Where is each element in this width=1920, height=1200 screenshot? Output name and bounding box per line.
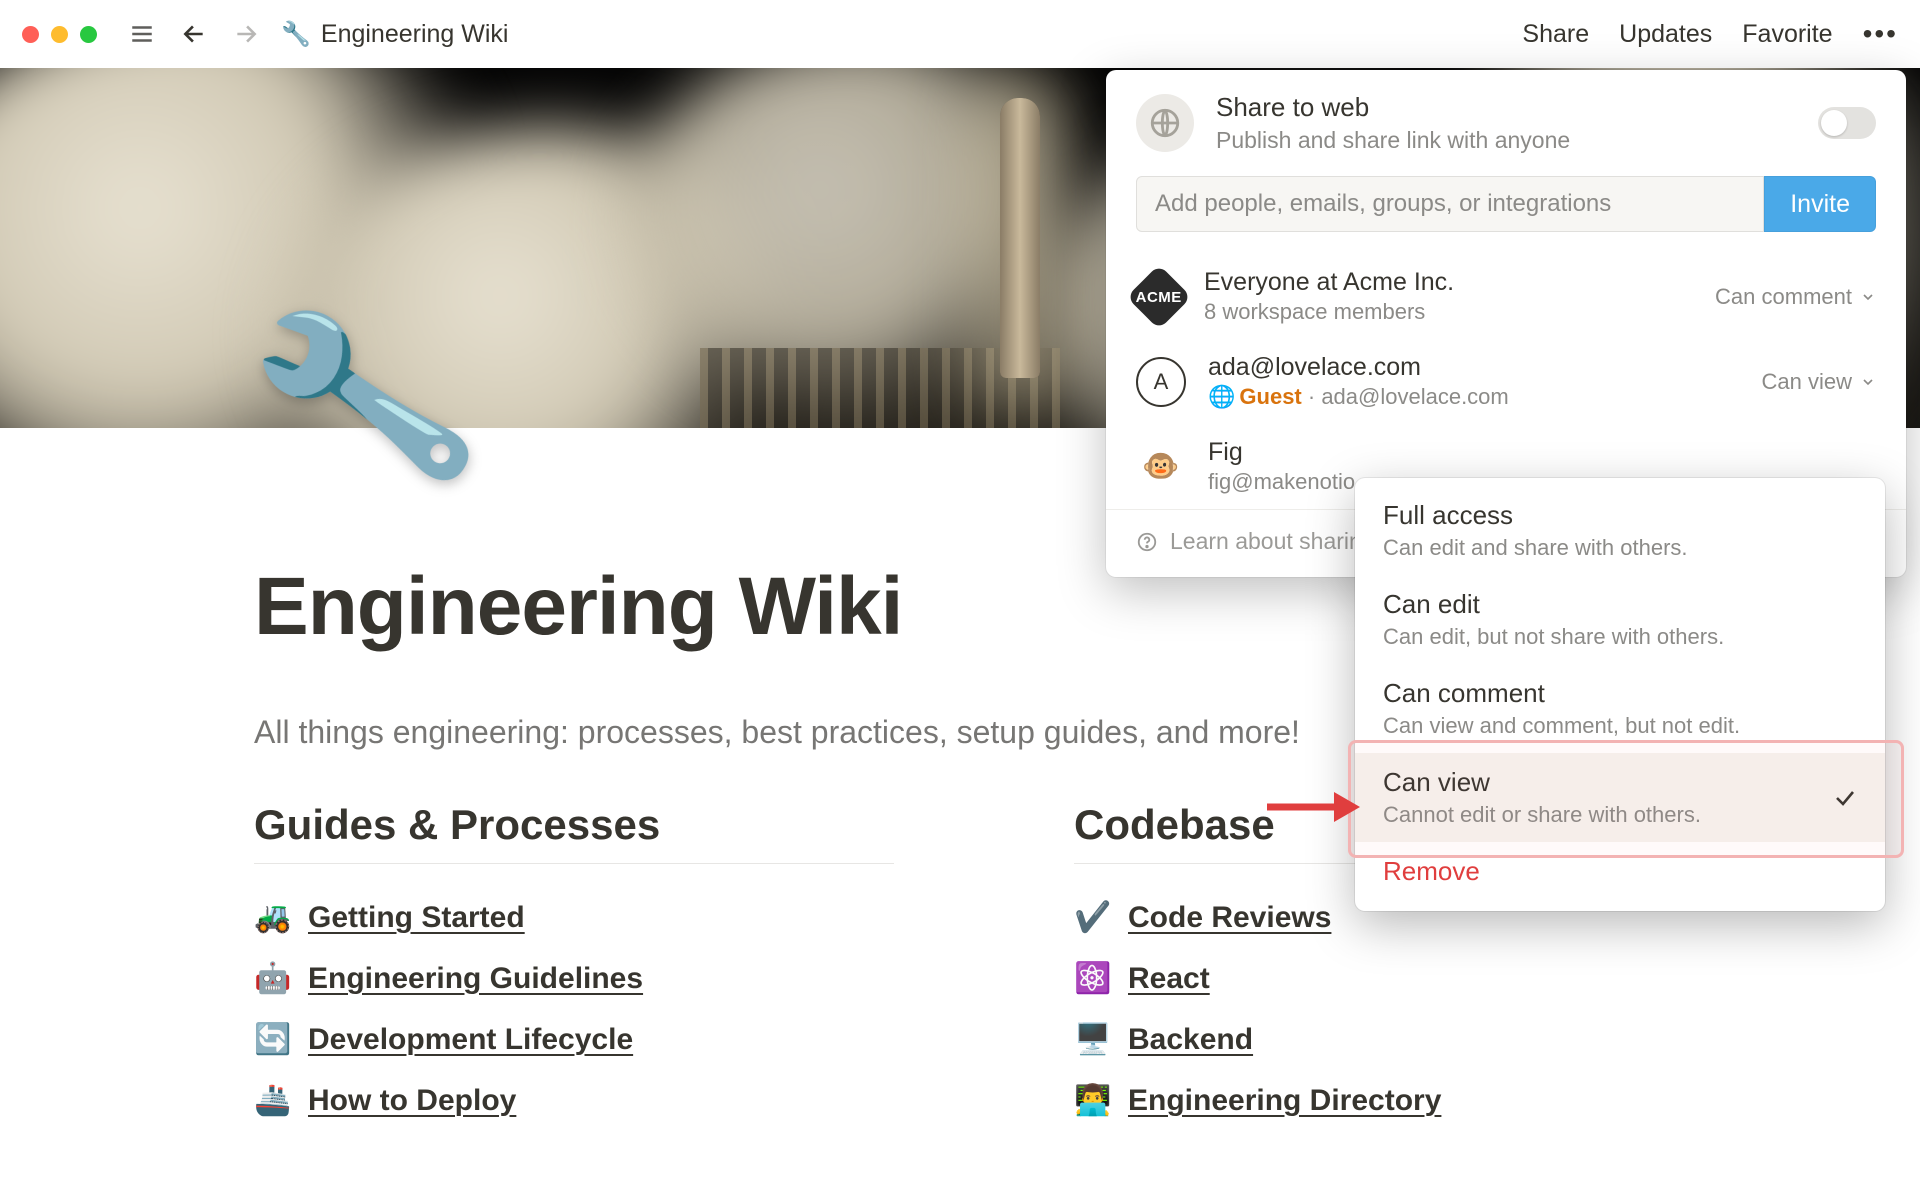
- desktop-icon: 🖥️: [1074, 1022, 1110, 1057]
- list-item[interactable]: 🖥️ Backend: [1074, 1022, 1634, 1057]
- invite-button[interactable]: Invite: [1764, 176, 1876, 232]
- technologist-icon: 👨‍💻: [1074, 1083, 1110, 1118]
- link-how-to-deploy[interactable]: How to Deploy: [308, 1084, 516, 1118]
- member-sub: fig@makenotio: [1208, 469, 1355, 495]
- perm-option-full-access[interactable]: Full access Can edit and share with othe…: [1355, 486, 1885, 575]
- permission-dropdown[interactable]: Can comment: [1715, 284, 1876, 310]
- favorite-button[interactable]: Favorite: [1742, 20, 1832, 49]
- chevron-down-icon: [1860, 289, 1876, 305]
- app-window: 🔧 Engineering Wiki Share Updates Favorit…: [0, 0, 1920, 1200]
- list-item[interactable]: 🤖 Engineering Guidelines: [254, 961, 894, 996]
- link-development-lifecycle[interactable]: Development Lifecycle: [308, 1023, 633, 1057]
- link-engineering-directory[interactable]: Engineering Directory: [1128, 1084, 1441, 1118]
- breadcrumb[interactable]: 🔧 Engineering Wiki: [281, 20, 508, 49]
- list-item[interactable]: 🚜 Getting Started: [254, 900, 894, 935]
- hamburger-icon[interactable]: [125, 17, 159, 51]
- share-to-web-sub: Publish and share link with anyone: [1216, 127, 1570, 154]
- share-to-web-row: Share to web Publish and share link with…: [1106, 70, 1906, 176]
- list-item[interactable]: 🔄 Development Lifecycle: [254, 1022, 894, 1057]
- link-backend[interactable]: Backend: [1128, 1023, 1253, 1057]
- globe-icon: [1136, 94, 1194, 152]
- link-code-reviews[interactable]: Code Reviews: [1128, 901, 1331, 935]
- topbar-actions: Share Updates Favorite •••: [1522, 18, 1898, 50]
- invite-input[interactable]: Add people, emails, groups, or integrati…: [1136, 176, 1764, 232]
- atom-icon: ⚛️: [1074, 961, 1110, 996]
- share-member-ada: A ada@lovelace.com 🌐Guest · ada@lovelace…: [1106, 339, 1906, 424]
- ship-icon: 🚢: [254, 1083, 290, 1118]
- member-sub: 8 workspace members: [1204, 299, 1454, 325]
- member-name: Everyone at Acme Inc.: [1204, 268, 1454, 297]
- permission-dropdown[interactable]: Can view: [1762, 369, 1876, 395]
- share-member-acme: ACME Everyone at Acme Inc. 8 workspace m…: [1106, 254, 1906, 339]
- close-window-button[interactable]: [22, 26, 39, 43]
- robot-icon: 🤖: [254, 961, 290, 996]
- annotation-arrow-icon: [1262, 782, 1362, 832]
- page-icon-wrench[interactable]: 🔧: [241, 292, 486, 502]
- back-icon[interactable]: [177, 17, 211, 51]
- topbar: 🔧 Engineering Wiki Share Updates Favorit…: [0, 0, 1920, 68]
- member-sub: 🌐Guest · ada@lovelace.com: [1208, 384, 1509, 410]
- avatar: 🐵: [1136, 442, 1186, 492]
- updates-button[interactable]: Updates: [1619, 20, 1712, 49]
- link-engineering-guidelines[interactable]: Engineering Guidelines: [308, 962, 643, 996]
- share-to-web-title: Share to web: [1216, 92, 1570, 123]
- acme-avatar: ACME: [1126, 264, 1191, 329]
- more-icon[interactable]: •••: [1863, 18, 1898, 50]
- zoom-window-button[interactable]: [80, 26, 97, 43]
- cycle-icon: 🔄: [254, 1022, 290, 1057]
- minimize-window-button[interactable]: [51, 26, 68, 43]
- globe-small-icon: 🌐: [1208, 384, 1235, 409]
- link-react[interactable]: React: [1128, 962, 1210, 996]
- window-traffic-lights: [22, 26, 97, 43]
- invite-row: Add people, emails, groups, or integrati…: [1106, 176, 1906, 254]
- perm-option-can-edit[interactable]: Can edit Can edit, but not share with ot…: [1355, 575, 1885, 664]
- column-heading[interactable]: Guides & Processes: [254, 801, 894, 864]
- column-guides: Guides & Processes 🚜 Getting Started 🤖 Eng…: [254, 801, 894, 1144]
- list-item[interactable]: ⚛️ React: [1074, 961, 1634, 996]
- forward-icon[interactable]: [229, 17, 263, 51]
- share-button[interactable]: Share: [1522, 20, 1589, 49]
- share-to-web-toggle[interactable]: [1818, 107, 1876, 139]
- avatar: A: [1136, 357, 1186, 407]
- chevron-down-icon: [1860, 374, 1876, 390]
- member-name: Fig: [1208, 438, 1355, 467]
- tractor-icon: 🚜: [254, 900, 290, 935]
- link-getting-started[interactable]: Getting Started: [308, 901, 525, 935]
- wrench-icon: 🔧: [281, 20, 311, 49]
- check-icon: ✔️: [1074, 900, 1110, 935]
- help-icon: [1136, 531, 1158, 553]
- annotation-highlight: [1348, 740, 1904, 858]
- member-name: ada@lovelace.com: [1208, 353, 1509, 382]
- breadcrumb-title: Engineering Wiki: [321, 20, 509, 49]
- list-item[interactable]: 🚢 How to Deploy: [254, 1083, 894, 1118]
- list-item[interactable]: 👨‍💻 Engineering Directory: [1074, 1083, 1634, 1118]
